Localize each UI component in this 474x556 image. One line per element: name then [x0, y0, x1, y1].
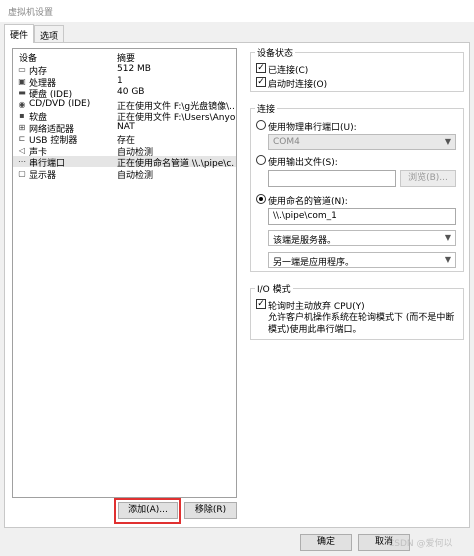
connect-at-power-on-checkbox[interactable]: ✓	[256, 77, 266, 87]
browse-button[interactable]: 浏览(B)...	[400, 170, 456, 187]
summary-column-header[interactable]: 摘要	[117, 51, 135, 64]
chevron-down-icon: ▼	[444, 255, 451, 264]
connection-title: 连接	[255, 102, 278, 115]
usb-icon: ⊏	[18, 134, 26, 143]
device-row[interactable]: ▢ 显示器 自动检测	[13, 168, 236, 181]
io-mode-title: I/O 模式	[255, 282, 293, 295]
io-mode-description: 允许客户机操作系统在轮询模式下 (而不是中断模式)使用此串行端口。	[268, 313, 455, 335]
named-pipe-label: 使用命名的管道(N):	[268, 197, 348, 207]
sound-icon: ◁	[18, 145, 26, 155]
device-row[interactable]: ◉ CD/DVD (IDE) 正在使用文件 F:\g光盘镜像\...	[13, 98, 236, 112]
other-end-value: 另一端是应用程序。	[273, 258, 355, 268]
output-file-label: 使用输出文件(S):	[268, 158, 338, 168]
device-row[interactable]: ◁ 声卡 自动检测	[13, 145, 236, 158]
title-bar: 虚拟机设置	[0, 0, 474, 22]
device-row[interactable]: ▣ 处理器 1	[13, 75, 236, 89]
device-row[interactable]: ⋯ 串行端口 正在使用命名管道 \\.\pipe\c...	[13, 156, 236, 169]
yield-cpu-label: 轮询时主动放弃 CPU(Y)	[268, 302, 365, 312]
device-row[interactable]: ▬ 硬盘 (IDE) 40 GB	[13, 87, 236, 100]
device-name: CD/DVD (IDE)	[29, 98, 91, 109]
device-name: 显示器	[29, 170, 57, 181]
device-column-header[interactable]: 设备	[19, 51, 37, 64]
serial-port-icon: ⋯	[18, 157, 26, 166]
window-title: 虚拟机设置	[8, 8, 54, 18]
watermark: CSDN @爱何以	[388, 539, 453, 549]
output-file-input[interactable]	[268, 170, 396, 187]
device-summary: 512 MB	[117, 64, 151, 74]
device-summary: 自动检测	[117, 170, 154, 181]
physical-port-select[interactable]: COM4 ▼	[268, 134, 456, 150]
highlight-box	[114, 498, 181, 524]
device-summary: 1	[117, 75, 123, 86]
physical-port-radio[interactable]	[256, 120, 266, 130]
device-list[interactable]: 设备 摘要 ▭ 内存 512 MB ▣ 处理器 1 ▬ 硬盘 (IDE) 40 GB ◉ CD/DV…	[12, 48, 237, 498]
connect-at-power-on-label: 启动时连接(O)	[268, 80, 328, 90]
device-status-title: 设备状态	[255, 46, 296, 59]
device-row[interactable]: ⊏ USB 控制器 存在	[13, 133, 236, 146]
device-list-header: 设备 摘要	[13, 51, 236, 64]
output-file-radio[interactable]	[256, 155, 266, 165]
device-row[interactable]: ▭ 内存 512 MB	[13, 64, 236, 77]
tab-hardware[interactable]: 硬件	[4, 24, 34, 43]
chevron-down-icon: ▼	[444, 233, 451, 242]
memory-icon: ▭	[18, 65, 26, 74]
other-end-select[interactable]: 另一端是应用程序。 ▼	[268, 252, 456, 268]
network-icon: ⊞	[18, 122, 26, 132]
pipe-end-select[interactable]: 该端是服务器。 ▼	[268, 230, 456, 246]
floppy-icon: ▪	[19, 111, 25, 120]
device-row[interactable]: ⊞ 网络适配器 NAT	[13, 121, 236, 135]
physical-port-value: COM4	[273, 137, 300, 147]
connected-label: 已连接(C)	[268, 66, 309, 76]
named-pipe-input[interactable]: \\.\pipe\com_1	[268, 208, 456, 225]
cdrom-icon: ◉	[18, 99, 26, 109]
yield-cpu-checkbox[interactable]: ✓	[256, 299, 266, 309]
tab-options[interactable]: 选项	[34, 25, 64, 43]
device-summary: 40 GB	[117, 87, 145, 97]
device-summary: NAT	[117, 121, 135, 132]
display-icon: ▢	[18, 168, 26, 178]
cpu-icon: ▣	[18, 76, 26, 86]
chevron-down-icon: ▼	[444, 137, 451, 146]
remove-device-button[interactable]: 移除(R)	[184, 502, 237, 519]
named-pipe-radio[interactable]	[256, 194, 266, 204]
connected-checkbox[interactable]: ✓	[256, 63, 266, 73]
physical-port-label: 使用物理串行端口(U):	[268, 123, 357, 133]
ok-button[interactable]: 确定	[300, 534, 352, 551]
harddisk-icon: ▬	[18, 88, 26, 97]
device-row[interactable]: ▪ 软盘 正在使用文件 F:\Users\Anyo...	[13, 110, 236, 123]
pipe-end-value: 该端是服务器。	[273, 236, 337, 246]
